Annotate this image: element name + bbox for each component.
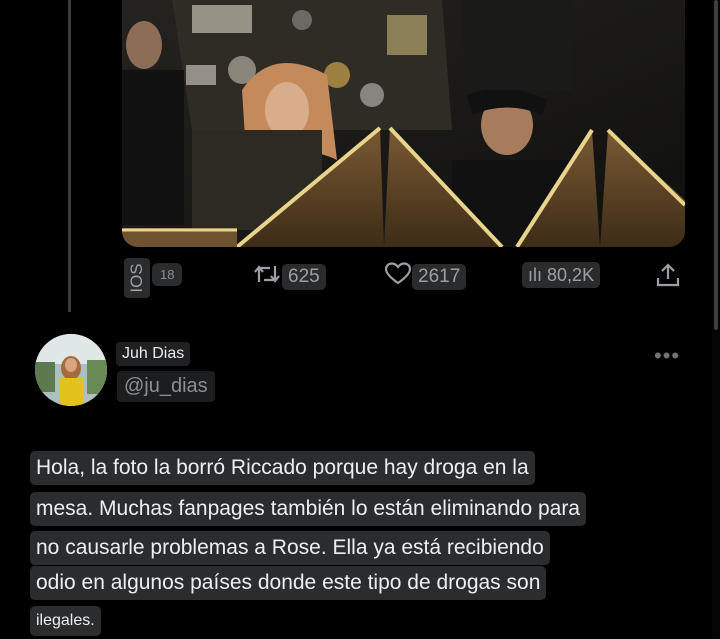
reply-text-line-1: Hola, la foto la borró Riccado porque ha… [30, 451, 535, 485]
reply-text-line-3: no causarle problemas a Rose. Ella ya es… [30, 531, 550, 565]
share-button[interactable] [656, 262, 680, 293]
scrollbar-track[interactable] [712, 0, 720, 639]
ios-label: IOS [124, 258, 150, 298]
more-options-icon[interactable]: ••• [654, 345, 680, 367]
photo-image [122, 0, 685, 247]
tweet-action-bar [0, 254, 720, 298]
share-icon [656, 262, 680, 293]
reply-author-name[interactable]: Juh Dias [116, 342, 191, 366]
heart-icon [384, 262, 412, 291]
views-count: ılı 80,2K [522, 262, 601, 288]
reply-author-handle[interactable]: @ju_dias [117, 371, 215, 402]
avatar[interactable] [35, 334, 107, 406]
retweet-icon [252, 262, 282, 291]
retweet-button[interactable]: 625 [252, 262, 326, 291]
reply-text-line-4: odio en algunos países donde este tipo d… [30, 566, 547, 600]
reply-text-line-2: mesa. Muchas fanpages también lo están e… [30, 492, 586, 526]
views-button[interactable]: ılı 80,2K [522, 262, 601, 288]
views-icon-text: ılı [528, 265, 543, 285]
views-value: 80,2K [547, 265, 595, 285]
retweet-count: 625 [282, 263, 326, 290]
avatar-image [35, 334, 107, 406]
like-button[interactable]: 2617 [384, 262, 467, 291]
reply-text-line-5: ilegales. [30, 606, 101, 636]
ios-label-text: IOS [127, 263, 146, 293]
reply-count[interactable]: 18 [152, 263, 183, 286]
tweet-photo[interactable] [122, 0, 685, 247]
like-count: 2617 [412, 263, 467, 290]
